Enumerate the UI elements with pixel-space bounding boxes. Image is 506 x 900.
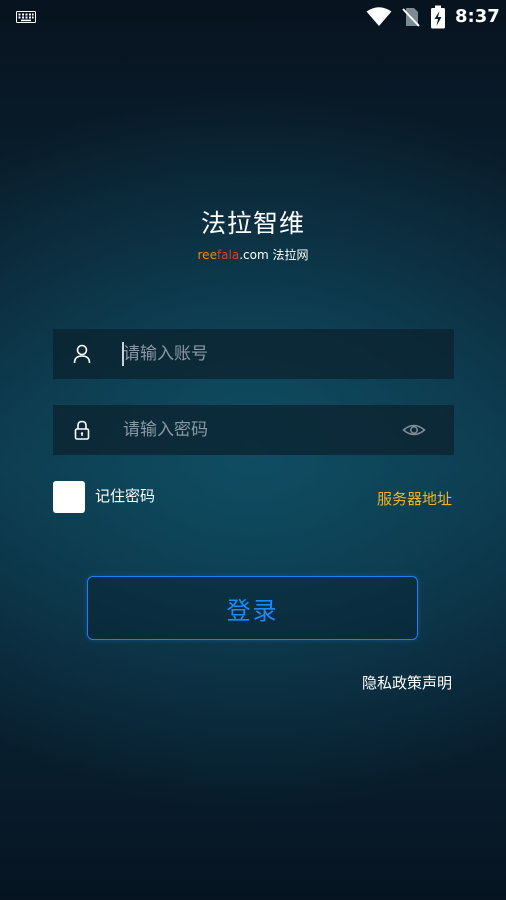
subtitle-ree: ree [197, 248, 217, 262]
status-bar: 8:37 [0, 0, 506, 34]
subtitle-fala: fala [216, 248, 240, 262]
remember-label[interactable]: 记住密码 [95, 485, 155, 507]
server-address-link[interactable]: 服务器地址 [377, 488, 452, 510]
username-input[interactable] [123, 329, 393, 379]
privacy-policy-link[interactable]: 隐私政策声明 [362, 672, 452, 694]
user-icon [73, 344, 91, 364]
app-title: 法拉智维 [200, 209, 305, 238]
status-time: 8:37 [455, 6, 500, 27]
username-field[interactable] [53, 329, 454, 379]
eye-icon[interactable] [402, 421, 426, 439]
lock-icon [74, 420, 90, 440]
no-sim-icon [402, 8, 420, 27]
login-button[interactable]: 登录 [87, 576, 418, 640]
password-input[interactable] [123, 405, 393, 455]
text-caret [122, 342, 124, 366]
remember-checkbox[interactable] [53, 481, 85, 513]
wifi-icon [366, 7, 392, 26]
subtitle-rest: .com 法拉网 [239, 248, 309, 262]
battery-charging-icon [431, 5, 445, 29]
keyboard-icon [16, 11, 36, 23]
password-field[interactable] [53, 405, 454, 455]
app-subtitle: reefala.com 法拉网 [0, 246, 506, 264]
